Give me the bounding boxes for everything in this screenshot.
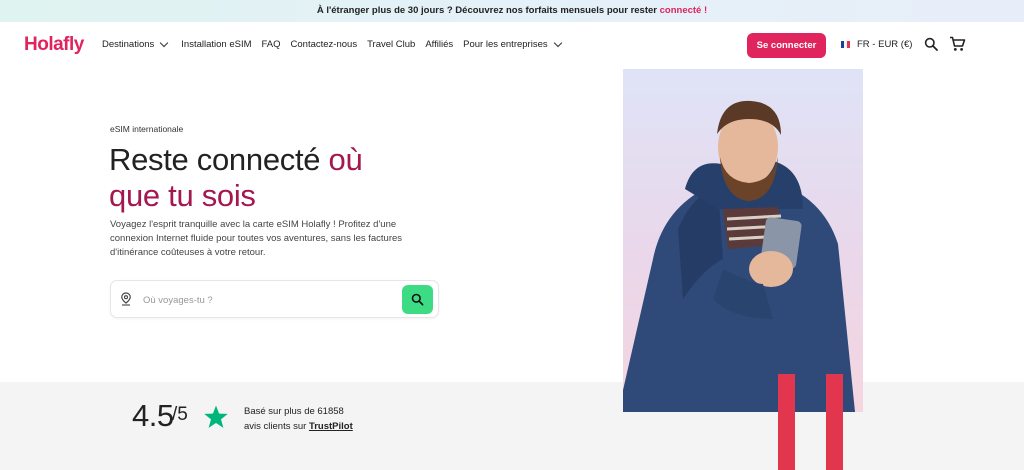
trustpilot-star-icon [204, 405, 228, 428]
location-pin-icon [121, 292, 131, 306]
nav-faq[interactable]: FAQ [262, 39, 281, 50]
nav-business[interactable]: Pour les entreprises [463, 38, 564, 50]
holafly-logo[interactable]: Holafly [24, 34, 84, 56]
hero-traveler-photo [623, 69, 863, 412]
search-icon [411, 293, 424, 306]
locale-label: FR - EUR (€) [857, 39, 913, 50]
accent-bar-right [826, 374, 843, 470]
french-flag-icon [841, 41, 850, 48]
accent-bar-left [778, 374, 795, 470]
nav-contact-label: Contactez-nous [290, 39, 358, 50]
promo-banner[interactable]: À l'étranger plus de 30 jours ? Découvre… [0, 0, 1024, 22]
site-header: Holafly Destinations Installation eSIM F… [0, 22, 1024, 68]
rating-line-2-prefix: avis clients sur [244, 421, 307, 432]
search-submit-button[interactable] [402, 285, 433, 314]
destination-search [110, 280, 439, 318]
nav-destinations-label: Destinations [102, 39, 155, 50]
nav-installation-label: Installation eSIM [181, 39, 252, 50]
nav-travel-club[interactable]: Travel Club [367, 39, 415, 50]
rating-line-2: avis clients sur TrustPilot [244, 419, 353, 434]
nav-destinations[interactable]: Destinations [102, 38, 171, 50]
trustpilot-link[interactable]: TrustPilot [309, 421, 353, 432]
rating-line-1: Basé sur plus de 61858 [244, 406, 344, 417]
nav-installation-esim[interactable]: Installation eSIM [181, 39, 251, 50]
hero-headline: Reste connecté où que tu sois [109, 142, 363, 214]
destination-search-input[interactable] [143, 290, 393, 310]
hero-description: Voyagez l'esprit tranquille avec la cart… [110, 219, 403, 258]
main-nav: Destinations Installation eSIM FAQ Conta… [102, 38, 575, 50]
search-icon[interactable] [924, 37, 938, 51]
traveler-illustration [623, 100, 855, 412]
promo-link[interactable]: connecté [660, 5, 702, 16]
nav-contact[interactable]: Contactez-nous [291, 39, 358, 50]
promo-text: À l'étranger plus de 30 jours ? Découvre… [316, 5, 657, 16]
promo-suffix: ! [703, 5, 708, 16]
nav-affiliates[interactable]: Affiliés [425, 39, 453, 50]
chevron-down-icon [160, 38, 169, 48]
chevron-down-icon [553, 38, 562, 48]
headline-pink-1: où [328, 142, 363, 177]
nav-business-label: Pour les entreprises [463, 39, 548, 50]
nav-travel-club-label: Travel Club [367, 39, 416, 50]
headline-pink-2: que tu sois [109, 178, 256, 213]
nav-faq-label: FAQ [261, 39, 281, 50]
hero-badge: eSIM internationale [110, 124, 184, 134]
cart-icon[interactable] [949, 36, 966, 52]
rating-max: /5 [172, 404, 188, 425]
login-button[interactable]: Se connecter [747, 33, 826, 58]
headline-dark: Reste connecté [109, 142, 321, 177]
locale-selector[interactable]: FR - EUR (€) [841, 39, 912, 50]
rating-score: 4.5 [132, 398, 174, 433]
nav-affiliates-label: Affiliés [425, 39, 454, 50]
rating-description: Basé sur plus de 61858 avis clients sur … [244, 404, 353, 434]
